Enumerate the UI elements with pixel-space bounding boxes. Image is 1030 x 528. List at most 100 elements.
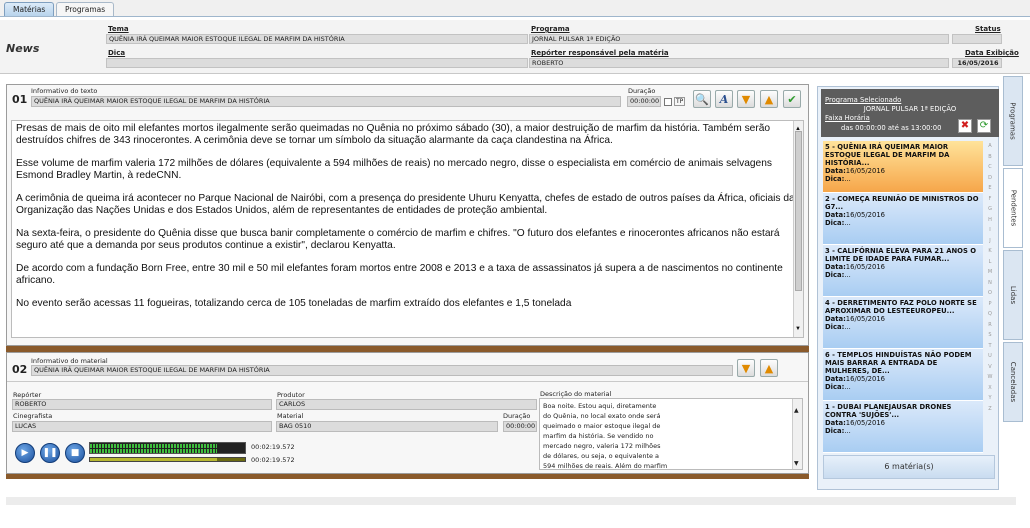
tab-materias[interactable]: Matérias [4,2,55,16]
divider [7,381,808,382]
list-item[interactable]: 2 - COMEÇA REUNIÃO DE MINISTROS DO G7...… [823,193,983,245]
alpha-letter[interactable]: P [985,299,995,310]
material-duracao-field[interactable]: 00:00:00 [503,421,537,432]
alpha-letter[interactable]: U [985,351,995,362]
alpha-letter[interactable]: N [985,278,995,289]
status-field[interactable] [952,34,1002,44]
alpha-letter[interactable]: Z [985,404,995,415]
paragraph: Esse volume de marfim valeria 172 milhõe… [16,158,772,181]
descricao-line: queimado o maior estoque ilegal de [543,422,661,430]
scroll-down-icon[interactable]: ▼ [794,460,799,467]
scroll-thumb[interactable] [795,131,802,291]
alpha-letter[interactable]: C [985,162,995,173]
alpha-letter[interactable]: J [985,236,995,247]
pause-button[interactable]: ❚❚ [40,443,60,463]
item-title: 5 - QUÊNIA IRÁ QUEIMAR MAIOR ESTOQUE ILE… [825,143,950,167]
alpha-letter[interactable]: G [985,204,995,215]
cinegrafista-field[interactable]: LUCAS [12,421,272,432]
alpha-letter[interactable]: Y [985,393,995,404]
tab-bar: Matérias Programas [0,0,1030,17]
alpha-letter[interactable]: D [985,173,995,184]
text-info-label: Informativo do texto [31,87,98,95]
item-dica: Dica:... [825,219,851,227]
descricao-line: marfim da história. Se vendido no [543,432,654,440]
play-button[interactable]: ▶ [15,443,35,463]
reporter-label: Repórter [13,391,42,399]
progress-track[interactable] [89,457,246,462]
reporter-field[interactable]: ROBERTO [12,399,272,410]
separator-bar-bottom [6,474,809,479]
vtab-label: Lidas [1009,285,1018,305]
list-item[interactable]: 6 - TEMPLOS HINDUÍSTAS NÃO PODEM MAIS BA… [823,349,983,401]
story-text-area[interactable]: Presas de mais de oito mil elefantes mor… [11,120,804,338]
font-button[interactable]: A [715,90,733,108]
alpha-letter[interactable]: B [985,152,995,163]
arrow-up-icon: ▲ [764,92,774,106]
status-label: Status [975,25,1001,33]
descricao-scrollbar[interactable]: ▲ ▼ [792,399,802,469]
alpha-letter[interactable]: O [985,288,995,299]
refresh-icon: ⟳ [979,120,989,131]
alpha-letter[interactable]: E [985,183,995,194]
data-exibicao-field[interactable]: 16/05/2016 [952,58,1002,68]
material-up-button[interactable]: ▲ [760,359,778,377]
alpha-letter[interactable]: Q [985,309,995,320]
text-panel: 01 Informativo do texto QUÊNIA IRÁ QUEIM… [6,84,809,346]
list-item[interactable]: 4 - DERRETIMENTO FAZ POLO NORTE SE APROX… [823,297,983,349]
alpha-letter[interactable]: F [985,194,995,205]
vtab-pendentes[interactable]: Pendentes [1003,168,1023,248]
alpha-letter[interactable]: I [985,225,995,236]
alpha-letter[interactable]: H [985,215,995,226]
scroll-up-icon[interactable]: ▲ [794,407,799,414]
text-scrollbar[interactable]: ▲ ▼ [793,121,803,337]
item-title: 2 - COMEÇA REUNIÃO DE MINISTROS DO G7... [825,195,979,211]
bottom-strip [6,497,1016,505]
refresh-button[interactable]: ⟳ [977,119,991,133]
move-down-button[interactable]: ▼ [737,90,755,108]
alpha-letter[interactable]: M [985,267,995,278]
programa-field[interactable]: JORNAL PULSAR 1ª EDIÇÃO [529,34,949,44]
duracao-field[interactable]: 00:00:00 [627,96,661,107]
checkmark-icon: ✔ [787,92,797,106]
alpha-letter[interactable]: X [985,383,995,394]
material-info-field[interactable]: QUÊNIA IRÁ QUEIMAR MAIOR ESTOQUE ILEGAL … [31,365,733,376]
confirm-button[interactable]: ✔ [783,90,801,108]
scroll-down-icon[interactable]: ▼ [795,323,801,335]
alpha-letter[interactable]: A [985,141,995,152]
alpha-letter[interactable]: T [985,341,995,352]
tema-field[interactable]: QUÊNIA IRÁ QUEIMAR MAIOR ESTOQUE ILEGAL … [106,34,528,44]
alpha-letter[interactable]: V [985,362,995,373]
selected-program-box: Programa Selecionado JORNAL PULSAR 1ª ED… [821,89,999,137]
list-item[interactable]: 3 - CALIFÓRNIA ELEVA PARA 21 ANOS O LIMI… [823,245,983,297]
remove-button[interactable]: ✖ [958,119,972,133]
dica-field[interactable] [106,58,528,68]
reporter-resp-field[interactable]: ROBERTO [529,58,949,68]
list-item[interactable]: 5 - QUÊNIA IRÁ QUEIMAR MAIOR ESTOQUE ILE… [823,141,983,193]
produtor-field[interactable]: CARLOS [276,399,537,410]
vtab-canceladas[interactable]: Canceladas [1003,342,1023,422]
alpha-letter[interactable]: S [985,330,995,341]
item-title: 6 - TEMPLOS HINDUÍSTAS NÃO PODEM MAIS BA… [825,351,972,375]
item-date: Data:16/05/2016 [825,375,885,383]
material-panel: 02 Informativo do material QUÊNIA IRÁ QU… [6,352,809,474]
vtab-programas[interactable]: Programas [1003,76,1023,166]
search-button[interactable]: 🔍 [693,90,711,108]
item-dica: Dica:... [825,271,851,279]
text-info-field[interactable]: QUÊNIA IRÁ QUEIMAR MAIOR ESTOQUE ILEGAL … [31,96,621,107]
duracao-label: Duração [628,87,656,95]
alpha-letter[interactable]: W [985,372,995,383]
search-icon: 🔍 [695,92,709,106]
move-up-button[interactable]: ▲ [760,90,778,108]
tab-programas[interactable]: Programas [56,2,115,16]
item-dica: Dica:... [825,427,851,435]
tp-checkbox[interactable] [664,98,672,106]
alpha-letter[interactable]: K [985,246,995,257]
material-down-button[interactable]: ▼ [737,359,755,377]
alpha-letter[interactable]: R [985,320,995,331]
vtab-lidas[interactable]: Lidas [1003,250,1023,340]
alpha-letter[interactable]: L [985,257,995,268]
list-item[interactable]: 1 - DUBAI PLANEJAUSAR DRONES CONTRA 'SUJ… [823,401,983,453]
descricao-area[interactable]: Boa noite. Estou aqui, diretamente do Quê… [539,398,803,470]
material-field[interactable]: BAG 0510 [276,421,498,432]
stop-button[interactable]: ■ [65,443,85,463]
